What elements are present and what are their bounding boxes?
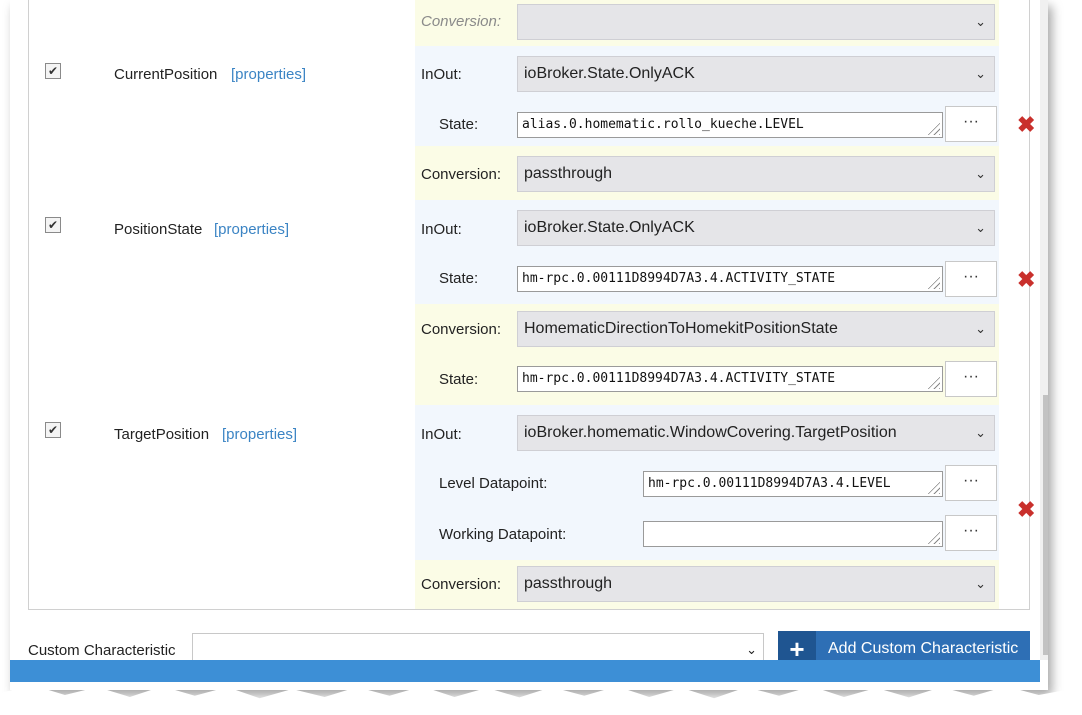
chevron-down-icon: ⌄ — [975, 166, 986, 181]
conversion-section: Conversion: passthrough ⌄ — [415, 560, 999, 609]
conversion-select[interactable]: HomematicDirectionToHomekitPositionState… — [517, 311, 995, 347]
characteristic-row-current-position: ✔ CurrentPosition [properties] InOut: io… — [28, 46, 1035, 201]
working-datapoint-label: Working Datapoint: — [439, 526, 567, 543]
characteristic-name: TargetPosition — [114, 426, 210, 443]
properties-link[interactable]: [properties] — [222, 426, 297, 443]
inout-label: InOut: — [421, 426, 462, 443]
add-button-label: Add Custom Characteristic — [828, 640, 1019, 657]
conversion-section: Conversion: passthrough ⌄ — [415, 146, 999, 200]
conversion-label: Conversion: — [421, 13, 502, 30]
chevron-down-icon: ⌄ — [746, 642, 757, 657]
browse-button[interactable]: ··· — [945, 515, 997, 551]
state-input[interactable]: hm-rpc.0.00111D8994D7A3.4.ACTIVITY_STATE — [517, 266, 943, 292]
browse-button[interactable]: ··· — [945, 465, 997, 501]
enabled-checkbox[interactable]: ✔ — [45, 63, 61, 79]
characteristic-name: CurrentPosition — [114, 66, 218, 83]
properties-link[interactable]: [properties] — [231, 66, 306, 83]
window-edge — [10, 660, 1040, 682]
partial-conversion-line: Conversion: ⌄ — [415, 0, 999, 46]
conversion-select[interactable]: ⌄ — [517, 4, 995, 40]
characteristic-name: PositionState — [114, 221, 203, 238]
editor-window: Conversion: ⌄ ✔ CurrentPosition [propert… — [10, 0, 1048, 690]
state-label: State: — [439, 270, 479, 287]
conversion-select[interactable]: passthrough ⌄ — [517, 566, 995, 602]
delete-icon[interactable]: ✖ — [1017, 497, 1035, 523]
enabled-checkbox[interactable]: ✔ — [45, 217, 61, 233]
state-label: State: — [439, 116, 479, 133]
enabled-checkbox[interactable]: ✔ — [45, 422, 61, 438]
resize-grip-icon[interactable] — [926, 375, 940, 389]
resize-grip-icon[interactable] — [926, 121, 940, 135]
state-label: State: — [439, 371, 479, 388]
browse-button[interactable]: ··· — [945, 106, 997, 142]
conversion-label: Conversion: — [421, 166, 502, 183]
characteristic-row-target-position: ✔ TargetPosition [properties] InOut: ioB… — [28, 405, 1035, 610]
working-datapoint-input[interactable] — [643, 521, 943, 547]
chevron-down-icon: ⌄ — [975, 425, 986, 440]
conversion-state-input[interactable]: hm-rpc.0.00111D8994D7A3.4.ACTIVITY_STATE — [517, 366, 943, 392]
chevron-down-icon: ⌄ — [975, 14, 986, 29]
chevron-down-icon: ⌄ — [975, 321, 986, 336]
inout-label: InOut: — [421, 66, 462, 83]
inout-select[interactable]: ioBroker.homematic.WindowCovering.Target… — [517, 415, 995, 451]
conversion-select[interactable]: passthrough ⌄ — [517, 156, 995, 192]
conversion-label: Conversion: — [421, 321, 502, 338]
level-datapoint-label: Level Datapoint: — [439, 475, 548, 492]
custom-characteristic-label: Custom Characteristic — [28, 642, 176, 659]
delete-icon[interactable]: ✖ — [1017, 267, 1035, 293]
level-datapoint-input[interactable]: hm-rpc.0.00111D8994D7A3.4.LEVEL — [643, 471, 943, 497]
characteristic-row-position-state: ✔ PositionState [properties] InOut: ioBr… — [28, 200, 1035, 406]
inout-label: InOut: — [421, 221, 462, 238]
resize-grip-icon[interactable] — [926, 480, 940, 494]
torn-edge-right — [1073, 0, 1082, 700]
resize-grip-icon[interactable] — [926, 275, 940, 289]
inout-section: InOut: ioBroker.State.OnlyACK ⌄ State: al… — [415, 46, 999, 146]
conversion-section: Conversion: HomematicDirectionToHomekitP… — [415, 304, 999, 405]
browse-button[interactable]: ··· — [945, 361, 997, 397]
inout-section: InOut: ioBroker.State.OnlyACK ⌄ State: hm… — [415, 200, 999, 304]
conversion-label: Conversion: — [421, 576, 502, 593]
browse-button[interactable]: ··· — [945, 261, 997, 297]
inout-section: InOut: ioBroker.homematic.WindowCovering… — [415, 405, 999, 560]
delete-icon[interactable]: ✖ — [1017, 112, 1035, 138]
chevron-down-icon: ⌄ — [975, 576, 986, 591]
scrollbar-thumb[interactable] — [1043, 395, 1048, 655]
resize-grip-icon[interactable] — [926, 530, 940, 544]
characteristic-row-partial: Conversion: ⌄ — [28, 0, 1030, 47]
chevron-down-icon: ⌄ — [975, 220, 986, 235]
chevron-down-icon: ⌄ — [975, 66, 986, 81]
state-input[interactable]: alias.0.homematic.rollo_kueche.LEVEL — [517, 112, 943, 138]
properties-link[interactable]: [properties] — [214, 221, 289, 238]
inout-select[interactable]: ioBroker.State.OnlyACK ⌄ — [517, 56, 995, 92]
inout-select[interactable]: ioBroker.State.OnlyACK ⌄ — [517, 210, 995, 246]
